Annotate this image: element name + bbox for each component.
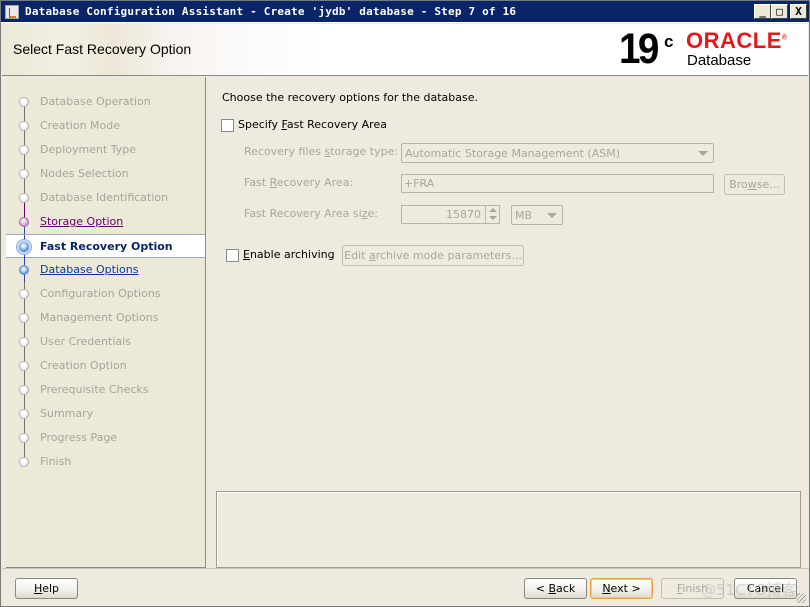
sidebar-step: Nodes Selection xyxy=(6,162,205,187)
sidebar-step-label: Creation Mode xyxy=(40,119,121,132)
close-button[interactable]: X xyxy=(790,4,807,19)
sidebar-step: Creation Option xyxy=(6,354,205,379)
sidebar-step-label: Configuration Options xyxy=(40,287,161,300)
arrow-down-icon[interactable] xyxy=(489,216,497,220)
main-content: Choose the recovery options for the data… xyxy=(207,77,809,568)
steps-sidebar: Database Operation Creation Mode Deploymen… xyxy=(6,77,206,568)
storage-type-label: Recovery files storage type: xyxy=(244,145,399,158)
specify-fra-label[interactable]: Specify Fast Recovery Area xyxy=(238,118,387,131)
sidebar-step-label: Database Identification xyxy=(40,191,169,204)
help-button[interactable]: Help xyxy=(15,578,78,599)
message-panel xyxy=(216,491,801,568)
step-indicator-icon xyxy=(19,313,29,323)
sidebar-step-label: Deployment Type xyxy=(40,143,137,156)
step-indicator-icon xyxy=(19,409,29,419)
step-indicator-icon xyxy=(19,289,29,299)
sidebar-step: Finish xyxy=(6,450,205,474)
step-indicator-icon xyxy=(19,433,29,443)
dbca-window: Database Configuration Assistant - Creat… xyxy=(0,0,810,607)
java-app-icon xyxy=(5,5,19,19)
fra-size-unit-dropdown[interactable]: MB xyxy=(511,205,563,225)
logo-version: 19 xyxy=(619,25,659,73)
enable-archiving-checkbox[interactable] xyxy=(226,249,239,262)
sidebar-step: Progress Page xyxy=(6,426,205,451)
logo-superscript: c xyxy=(664,32,674,51)
step-indicator-icon xyxy=(19,361,29,371)
sidebar-step-label: Nodes Selection xyxy=(40,167,129,180)
storage-type-value: Automatic Storage Management (ASM) xyxy=(405,147,620,160)
step-indicator-icon xyxy=(19,217,29,227)
step-indicator-icon xyxy=(19,145,29,155)
sidebar-step-label: Finish xyxy=(40,455,72,468)
page-title: Select Fast Recovery Option xyxy=(13,41,192,57)
sidebar-step-label: Prerequisite Checks xyxy=(40,383,149,396)
sidebar-step-label: Management Options xyxy=(40,311,159,324)
sidebar-step: Creation Mode xyxy=(6,114,205,139)
arrow-up-icon[interactable] xyxy=(489,208,497,212)
sidebar-step: Deployment Type xyxy=(6,138,205,163)
sidebar-step-label: Summary xyxy=(40,407,94,420)
sidebar-step[interactable]: Storage Option xyxy=(6,210,205,235)
step-indicator-icon xyxy=(19,337,29,347)
fra-location-label: Fast Recovery Area: xyxy=(244,176,354,189)
intro-text: Choose the recovery options for the data… xyxy=(222,91,478,104)
back-button[interactable]: < Back xyxy=(524,578,587,599)
fra-size-spinner[interactable]: 15870 xyxy=(401,205,500,224)
next-button[interactable]: Next > xyxy=(590,578,653,599)
sidebar-step: Management Options xyxy=(6,306,205,331)
title-bar[interactable]: Database Configuration Assistant - Creat… xyxy=(1,1,809,23)
sidebar-step-label: Progress Page xyxy=(40,431,118,444)
page-header: Select Fast Recovery Option 19 c ORACLE®… xyxy=(2,24,808,76)
sidebar-step-label: Database Options xyxy=(40,263,139,276)
step-indicator-icon xyxy=(17,240,31,254)
watermark: @51CTO博客 xyxy=(701,581,797,599)
sidebar-step: Summary xyxy=(6,402,205,427)
fra-size-value: 15870 xyxy=(446,208,481,221)
step-indicator-icon xyxy=(19,385,29,395)
maximize-button[interactable]: □ xyxy=(771,4,788,19)
sidebar-step-label: Fast Recovery Option xyxy=(40,240,173,253)
logo-brand: ORACLE® xyxy=(686,28,788,53)
sidebar-step-label: Creation Option xyxy=(40,359,127,372)
step-indicator-icon xyxy=(19,457,29,467)
fra-size-label: Fast Recovery Area size: xyxy=(244,207,378,220)
window-title: Database Configuration Assistant - Creat… xyxy=(25,5,517,18)
sidebar-step: Database Operation xyxy=(6,90,205,115)
resize-grip[interactable] xyxy=(796,593,806,603)
step-indicator-icon xyxy=(19,193,29,203)
sidebar-step: Configuration Options xyxy=(6,282,205,307)
logo-product: Database xyxy=(687,52,752,69)
edit-archive-params-button[interactable]: Edit archive mode parameters... xyxy=(342,245,524,266)
sidebar-step: User Credentials xyxy=(6,330,205,355)
chevron-down-icon xyxy=(698,151,708,156)
spinner-arrows[interactable] xyxy=(485,206,499,223)
specify-fra-checkbox[interactable] xyxy=(221,119,234,132)
step-indicator-icon xyxy=(19,97,29,107)
sidebar-step-label: Database Operation xyxy=(40,95,151,108)
fra-location-input[interactable]: +FRA xyxy=(401,174,714,193)
sidebar-step: Database Identification xyxy=(6,186,205,211)
sidebar-step: Prerequisite Checks xyxy=(6,378,205,403)
sidebar-step-label: Storage Option xyxy=(40,215,124,228)
chevron-down-icon xyxy=(547,213,557,218)
step-indicator-icon xyxy=(19,265,29,275)
enable-archiving-label[interactable]: Enable archiving xyxy=(243,248,335,261)
sidebar-step-label: User Credentials xyxy=(40,335,131,348)
browse-button[interactable]: Browse... xyxy=(724,174,785,195)
unit-value: MB xyxy=(515,209,533,222)
step-indicator-icon xyxy=(19,121,29,131)
sidebar-step[interactable]: Fast Recovery Option xyxy=(6,234,205,260)
storage-type-dropdown[interactable]: Automatic Storage Management (ASM) xyxy=(401,143,714,163)
minimize-button[interactable]: _ xyxy=(754,4,771,19)
footer-divider xyxy=(2,568,809,569)
step-indicator-icon xyxy=(19,169,29,179)
sidebar-step[interactable]: Database Options xyxy=(6,258,205,283)
